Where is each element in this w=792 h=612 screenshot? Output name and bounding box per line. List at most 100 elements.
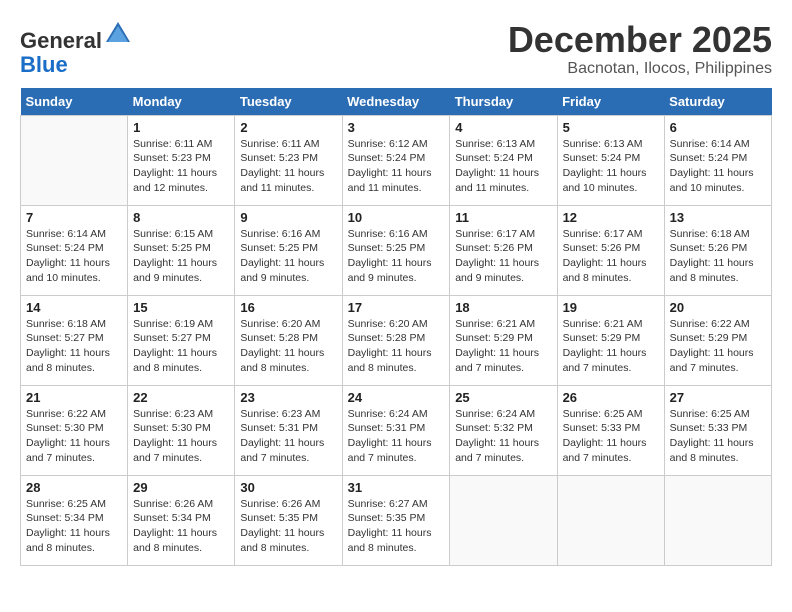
day-number: 9 <box>240 210 336 225</box>
day-info: Sunrise: 6:11 AM Sunset: 5:23 PM Dayligh… <box>240 137 336 196</box>
day-info: Sunrise: 6:19 AM Sunset: 5:27 PM Dayligh… <box>133 317 229 376</box>
day-number: 8 <box>133 210 229 225</box>
calendar-cell: 2Sunrise: 6:11 AM Sunset: 5:23 PM Daylig… <box>235 115 342 205</box>
day-info: Sunrise: 6:14 AM Sunset: 5:24 PM Dayligh… <box>670 137 766 196</box>
calendar-cell: 27Sunrise: 6:25 AM Sunset: 5:33 PM Dayli… <box>664 385 771 475</box>
day-info: Sunrise: 6:15 AM Sunset: 5:25 PM Dayligh… <box>133 227 229 286</box>
calendar-cell: 4 Sunrise: 6:13 AM Sunset: 5:24 PM Daylig… <box>450 115 557 205</box>
calendar-cell: 20Sunrise: 6:22 AM Sunset: 5:29 PM Dayli… <box>664 295 771 385</box>
day-info: Sunrise: 6:18 AM Sunset: 5:26 PM Dayligh… <box>670 227 766 286</box>
day-number: 4 <box>455 120 551 135</box>
calendar-cell: 19 Sunrise: 6:21 AM Sunset: 5:29 PM Dayli… <box>557 295 664 385</box>
calendar-cell: 11 Sunrise: 6:17 AM Sunset: 5:26 PM Dayli… <box>450 205 557 295</box>
calendar-cell: 6Sunrise: 6:14 AM Sunset: 5:24 PM Daylig… <box>664 115 771 205</box>
weekday-header-friday: Friday <box>557 88 664 116</box>
calendar-week-row: 28 Sunrise: 6:25 AM Sunset: 5:34 PM Dayli… <box>21 475 772 565</box>
day-info: Sunrise: 6:12 AM Sunset: 5:24 PM Dayligh… <box>348 137 445 196</box>
day-number: 17 <box>348 300 445 315</box>
day-number: 11 <box>455 210 551 225</box>
calendar-cell <box>21 115 128 205</box>
calendar-cell: 14Sunrise: 6:18 AM Sunset: 5:27 PM Dayli… <box>21 295 128 385</box>
day-info: Sunrise: 6:13 AM Sunset: 5:24 PM Dayligh… <box>455 137 551 196</box>
day-number: 5 <box>563 120 659 135</box>
day-info: Sunrise: 6:17 AM Sunset: 5:26 PM Dayligh… <box>455 227 551 286</box>
day-number: 26 <box>563 390 659 405</box>
day-number: 28 <box>26 480 122 495</box>
day-number: 23 <box>240 390 336 405</box>
calendar-week-row: 1 Sunrise: 6:11 AM Sunset: 5:23 PM Daylig… <box>21 115 772 205</box>
calendar-week-row: 7Sunrise: 6:14 AM Sunset: 5:24 PM Daylig… <box>21 205 772 295</box>
calendar-cell: 28 Sunrise: 6:25 AM Sunset: 5:34 PM Dayli… <box>21 475 128 565</box>
weekday-header-sunday: Sunday <box>21 88 128 116</box>
calendar-cell: 30 Sunrise: 6:26 AM Sunset: 5:35 PM Dayli… <box>235 475 342 565</box>
day-info: Sunrise: 6:27 AM Sunset: 5:35 PM Dayligh… <box>348 497 445 556</box>
calendar-week-row: 14Sunrise: 6:18 AM Sunset: 5:27 PM Dayli… <box>21 295 772 385</box>
day-number: 14 <box>26 300 122 315</box>
calendar-cell: 9 Sunrise: 6:16 AM Sunset: 5:25 PM Daylig… <box>235 205 342 295</box>
day-info: Sunrise: 6:13 AM Sunset: 5:24 PM Dayligh… <box>563 137 659 196</box>
month-year-title: December 2025 <box>508 20 772 60</box>
day-number: 24 <box>348 390 445 405</box>
title-block: December 2025 Bacnotan, Ilocos, Philippi… <box>508 20 772 78</box>
page-header: General Blue December 2025 Bacnotan, Ilo… <box>20 20 772 78</box>
day-info: Sunrise: 6:23 AM Sunset: 5:30 PM Dayligh… <box>133 407 229 466</box>
weekday-header-saturday: Saturday <box>664 88 771 116</box>
day-number: 30 <box>240 480 336 495</box>
logo-general: General <box>20 28 102 53</box>
day-number: 21 <box>26 390 122 405</box>
calendar-table: SundayMondayTuesdayWednesdayThursdayFrid… <box>20 88 772 566</box>
calendar-cell: 8 Sunrise: 6:15 AM Sunset: 5:25 PM Daylig… <box>128 205 235 295</box>
day-number: 29 <box>133 480 229 495</box>
calendar-cell: 29 Sunrise: 6:26 AM Sunset: 5:34 PM Dayli… <box>128 475 235 565</box>
logo-blue: Blue <box>20 52 68 77</box>
day-number: 10 <box>348 210 445 225</box>
day-number: 1 <box>133 120 229 135</box>
day-number: 13 <box>670 210 766 225</box>
weekday-header-tuesday: Tuesday <box>235 88 342 116</box>
day-info: Sunrise: 6:26 AM Sunset: 5:35 PM Dayligh… <box>240 497 336 556</box>
day-info: Sunrise: 6:25 AM Sunset: 5:34 PM Dayligh… <box>26 497 122 556</box>
logo: General Blue <box>20 20 132 77</box>
calendar-cell: 3 Sunrise: 6:12 AM Sunset: 5:24 PM Daylig… <box>342 115 450 205</box>
day-info: Sunrise: 6:24 AM Sunset: 5:32 PM Dayligh… <box>455 407 551 466</box>
day-info: Sunrise: 6:26 AM Sunset: 5:34 PM Dayligh… <box>133 497 229 556</box>
day-info: Sunrise: 6:16 AM Sunset: 5:25 PM Dayligh… <box>240 227 336 286</box>
calendar-cell <box>557 475 664 565</box>
day-info: Sunrise: 6:22 AM Sunset: 5:30 PM Dayligh… <box>26 407 122 466</box>
day-info: Sunrise: 6:23 AM Sunset: 5:31 PM Dayligh… <box>240 407 336 466</box>
calendar-cell: 10 Sunrise: 6:16 AM Sunset: 5:25 PM Dayli… <box>342 205 450 295</box>
calendar-cell: 12Sunrise: 6:17 AM Sunset: 5:26 PM Dayli… <box>557 205 664 295</box>
day-number: 18 <box>455 300 551 315</box>
day-info: Sunrise: 6:11 AM Sunset: 5:23 PM Dayligh… <box>133 137 229 196</box>
day-number: 15 <box>133 300 229 315</box>
day-info: Sunrise: 6:25 AM Sunset: 5:33 PM Dayligh… <box>670 407 766 466</box>
calendar-cell <box>664 475 771 565</box>
weekday-header-row: SundayMondayTuesdayWednesdayThursdayFrid… <box>21 88 772 116</box>
location-subtitle: Bacnotan, Ilocos, Philippines <box>508 60 772 78</box>
calendar-cell: 15 Sunrise: 6:19 AM Sunset: 5:27 PM Dayli… <box>128 295 235 385</box>
day-info: Sunrise: 6:20 AM Sunset: 5:28 PM Dayligh… <box>348 317 445 376</box>
day-number: 20 <box>670 300 766 315</box>
calendar-cell: 21 Sunrise: 6:22 AM Sunset: 5:30 PM Dayli… <box>21 385 128 475</box>
day-number: 3 <box>348 120 445 135</box>
day-info: Sunrise: 6:25 AM Sunset: 5:33 PM Dayligh… <box>563 407 659 466</box>
calendar-cell: 22 Sunrise: 6:23 AM Sunset: 5:30 PM Dayli… <box>128 385 235 475</box>
day-info: Sunrise: 6:21 AM Sunset: 5:29 PM Dayligh… <box>455 317 551 376</box>
day-number: 19 <box>563 300 659 315</box>
day-info: Sunrise: 6:21 AM Sunset: 5:29 PM Dayligh… <box>563 317 659 376</box>
day-number: 7 <box>26 210 122 225</box>
calendar-cell: 31 Sunrise: 6:27 AM Sunset: 5:35 PM Dayli… <box>342 475 450 565</box>
day-info: Sunrise: 6:16 AM Sunset: 5:25 PM Dayligh… <box>348 227 445 286</box>
day-number: 16 <box>240 300 336 315</box>
calendar-cell: 18 Sunrise: 6:21 AM Sunset: 5:29 PM Dayli… <box>450 295 557 385</box>
day-info: Sunrise: 6:24 AM Sunset: 5:31 PM Dayligh… <box>348 407 445 466</box>
calendar-cell: 5 Sunrise: 6:13 AM Sunset: 5:24 PM Daylig… <box>557 115 664 205</box>
day-number: 31 <box>348 480 445 495</box>
weekday-header-monday: Monday <box>128 88 235 116</box>
calendar-week-row: 21 Sunrise: 6:22 AM Sunset: 5:30 PM Dayli… <box>21 385 772 475</box>
calendar-cell: 1 Sunrise: 6:11 AM Sunset: 5:23 PM Daylig… <box>128 115 235 205</box>
weekday-header-wednesday: Wednesday <box>342 88 450 116</box>
day-number: 22 <box>133 390 229 405</box>
calendar-cell: 17 Sunrise: 6:20 AM Sunset: 5:28 PM Dayli… <box>342 295 450 385</box>
calendar-cell: 24 Sunrise: 6:24 AM Sunset: 5:31 PM Dayli… <box>342 385 450 475</box>
